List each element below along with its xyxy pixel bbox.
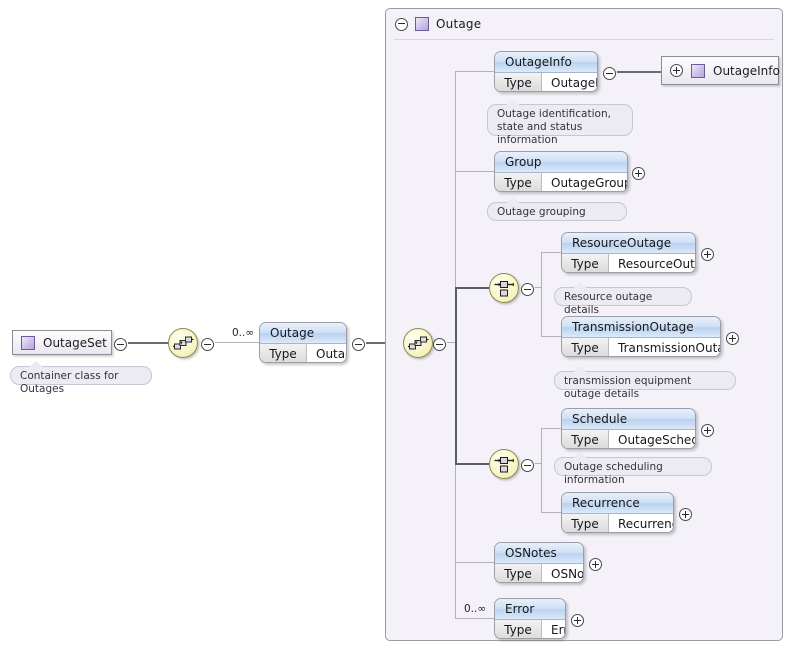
connector-outageinfo-to-ref: [617, 71, 662, 73]
outage-element-node[interactable]: Outage Type Outage: [259, 322, 347, 363]
recurrence-element-node[interactable]: Recurrence Type Recurrence: [561, 492, 674, 533]
group-type-value: OutageGrouping: [542, 173, 627, 191]
group-divider: [394, 39, 774, 40]
osnotes-element-node[interactable]: OSNotes Type OSNotes: [494, 542, 584, 583]
choice-2-fanout-stub: [535, 463, 541, 464]
class-glyph-icon: [21, 335, 35, 350]
outage-element-expander[interactable]: [352, 336, 365, 355]
schedule-expander[interactable]: [701, 422, 714, 441]
branch-recurrence: [541, 512, 562, 513]
recurrence-expander[interactable]: [679, 506, 692, 525]
connector-sequence-to-outage: [215, 342, 259, 343]
choice-compositor-icon-2[interactable]: [489, 449, 519, 479]
outage-sequence-expander[interactable]: [433, 336, 446, 355]
outageset-node[interactable]: OutageSet: [12, 330, 112, 355]
resourceoutage-element-node[interactable]: ResourceOutage Type ResourceOutage: [561, 232, 696, 273]
branch-group: [455, 171, 495, 172]
schedule-element-node[interactable]: Schedule Type OutageSchedule: [561, 408, 696, 449]
resourceoutage-expander[interactable]: [701, 246, 714, 265]
branch-outageinfo-2: [465, 71, 495, 72]
spine-required-segment: [455, 287, 457, 465]
sequence-expander[interactable]: [201, 336, 214, 355]
recurrence-type-label: Type: [562, 514, 609, 532]
transmissionoutage-annotation: transmission equipment outage details: [554, 366, 736, 400]
recurrence-name: Recurrence: [562, 493, 673, 514]
connector-outageset-to-sequence: [128, 342, 169, 344]
outage-group-expander[interactable]: [395, 17, 408, 31]
branch-outageinfo: [455, 71, 465, 72]
error-type-value: Error: [542, 620, 565, 638]
class-glyph-icon: [415, 17, 429, 31]
outage-cardinality: 0..∞: [232, 327, 255, 339]
sequence-compositor-icon[interactable]: [168, 328, 198, 358]
spine-lower: [455, 463, 456, 619]
group-annotation: Outage grouping: [487, 197, 627, 221]
osnotes-type-value: OSNotes: [542, 564, 583, 582]
group-expander[interactable]: [632, 165, 645, 184]
schedule-type-value: OutageSchedule: [609, 430, 695, 448]
transmissionoutage-expander[interactable]: [726, 330, 739, 349]
choice-1-fanout-stub: [535, 287, 541, 288]
choice-2-fanout-spine: [541, 428, 542, 512]
transmissionoutage-element-node[interactable]: TransmissionOutage Type TransmissionOuta…: [561, 316, 721, 357]
connector-to-choice-1: [455, 287, 489, 289]
branch-transmissionoutage: [541, 336, 562, 337]
outageinfo-type-value: OutageInfo: [542, 73, 597, 91]
choice-1-expander[interactable]: [521, 281, 534, 300]
choice-compositor-icon-1[interactable]: [489, 273, 519, 303]
outage-type-value: Outage: [307, 344, 346, 362]
class-glyph-icon: [691, 63, 705, 78]
branch-schedule: [541, 428, 562, 429]
transmissionoutage-type-value: TransmissionOutage: [609, 338, 720, 356]
resourceoutage-type-label: Type: [562, 254, 609, 272]
outage-group-header: Outage: [386, 9, 782, 39]
branch-resourceoutage: [541, 252, 562, 253]
outage-type-label: Type: [260, 344, 307, 362]
recurrence-type-value: Recurrence: [609, 514, 673, 532]
outage-sequence-compositor-icon[interactable]: [403, 328, 433, 358]
outageinfo-ref-label: OutageInfo: [713, 63, 780, 78]
outageset-label: OutageSet: [43, 335, 107, 350]
error-type-label: Type: [495, 620, 542, 638]
outage-element-name: Outage: [260, 323, 346, 344]
osnotes-name: OSNotes: [495, 543, 583, 564]
error-name: Error: [495, 599, 565, 620]
error-element-node[interactable]: Error Type Error: [494, 598, 566, 639]
osnotes-type-label: Type: [495, 564, 542, 582]
choice-1-fanout-spine: [541, 252, 542, 336]
outageinfo-type-label: Type: [495, 73, 542, 91]
outageinfo-reference-node[interactable]: OutageInfo: [661, 56, 780, 85]
transmissionoutage-name: TransmissionOutage: [562, 317, 720, 338]
group-name: Group: [495, 152, 627, 173]
branch-osnotes: [455, 562, 495, 563]
resourceoutage-annotation: Resource outage details: [554, 282, 692, 316]
resourceoutage-type-value: ResourceOutage: [609, 254, 695, 272]
outageinfo-expander[interactable]: [603, 65, 616, 84]
schedule-type-label: Type: [562, 430, 609, 448]
choice-2-expander[interactable]: [521, 457, 534, 476]
osnotes-expander[interactable]: [589, 556, 602, 575]
outageset-expander[interactable]: [114, 336, 127, 355]
error-expander[interactable]: [571, 612, 584, 631]
outage-group-title: Outage: [436, 17, 482, 31]
error-cardinality: 0..∞: [464, 603, 487, 615]
spine-upper: [455, 71, 456, 287]
schema-diagram-canvas: OutageSet Container class for Outages 0.…: [0, 0, 792, 651]
transmissionoutage-type-label: Type: [562, 338, 609, 356]
outageinfo-ref-expander[interactable]: [670, 64, 683, 77]
outageinfo-name: OutageInfo: [495, 52, 597, 73]
schedule-annotation: Outage scheduling information: [554, 452, 712, 486]
group-type-label: Type: [495, 173, 542, 191]
connector-spine-stub: [447, 342, 455, 343]
connector-to-choice-2: [455, 463, 489, 465]
resourceoutage-name: ResourceOutage: [562, 233, 695, 254]
schedule-name: Schedule: [562, 409, 695, 430]
branch-error: [455, 618, 495, 619]
outageinfo-annotation: Outage identification, state and status …: [487, 99, 633, 146]
outageset-annotation: Container class for Outages: [10, 361, 152, 395]
group-element-node[interactable]: Group Type OutageGrouping: [494, 151, 628, 192]
outageinfo-element-node[interactable]: OutageInfo Type OutageInfo: [494, 51, 598, 92]
